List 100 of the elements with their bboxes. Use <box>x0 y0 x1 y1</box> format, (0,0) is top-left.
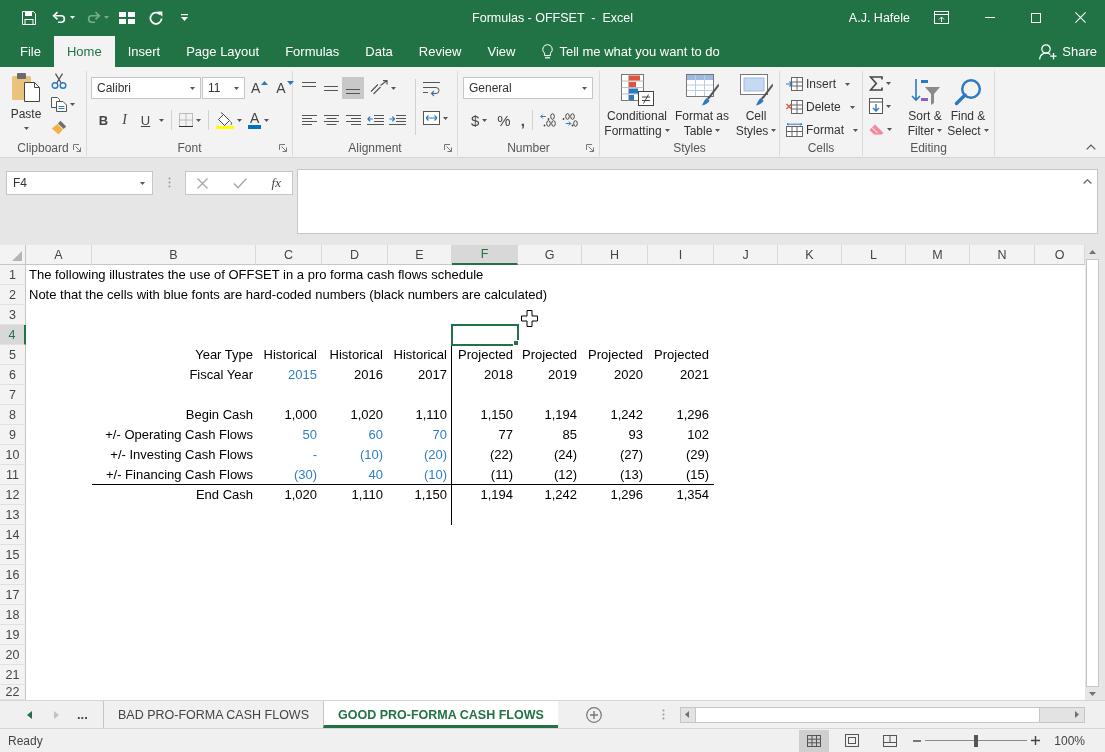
ribbon-tab[interactable]: Page Layout <box>173 36 273 67</box>
format-cells-button[interactable]: Format <box>786 120 862 140</box>
caret-icon[interactable] <box>196 118 201 122</box>
close-icon[interactable] <box>1075 12 1086 23</box>
column-header[interactable]: G <box>518 245 582 265</box>
caret-icon[interactable] <box>886 81 891 85</box>
ribbon-display-icon[interactable] <box>934 11 949 24</box>
merge-icon[interactable] <box>423 111 440 125</box>
formula-input[interactable] <box>297 169 1098 234</box>
row-header[interactable]: 10 <box>0 445 26 465</box>
align-left-icon[interactable] <box>301 114 317 126</box>
comma-style-button[interactable]: , <box>520 110 525 130</box>
zoom-out-icon[interactable] <box>913 739 922 742</box>
row-header[interactable]: 15 <box>0 545 26 565</box>
paintbrush-icon[interactable] <box>51 120 67 135</box>
decrease-decimal-icon[interactable] <box>561 113 578 127</box>
zoom-slider-thumb[interactable] <box>974 734 979 747</box>
collapse-caret-icon[interactable] <box>1083 179 1092 184</box>
column-header[interactable]: K <box>778 245 842 265</box>
orientation-icon[interactable] <box>370 80 388 96</box>
sum-icon[interactable] <box>869 75 883 91</box>
column-header[interactable]: L <box>842 245 906 265</box>
customize-icon[interactable] <box>181 14 188 21</box>
tell-me-field[interactable]: Tell me what you want to do <box>559 41 740 62</box>
column-header[interactable]: J <box>714 245 778 265</box>
increase-decimal-icon[interactable] <box>539 113 556 127</box>
column-header[interactable]: D <box>322 245 388 265</box>
maximize-icon[interactable] <box>1031 12 1041 23</box>
ribbon-tab[interactable]: File <box>7 36 54 67</box>
format-as-table-button[interactable]: Format as Table <box>672 73 732 139</box>
splitter-dots-icon[interactable] <box>168 177 171 188</box>
ribbon-tab[interactable]: Home <box>53 36 115 67</box>
scroll-left-icon[interactable] <box>27 710 32 719</box>
row-header[interactable]: 17 <box>0 585 26 605</box>
dialog-launcher-icon[interactable] <box>444 144 452 152</box>
conditional-formatting-button[interactable]: Conditional Formatting <box>604 73 670 139</box>
ribbon-tab[interactable]: Review <box>405 36 475 67</box>
name-box[interactable]: F4 <box>6 171 153 195</box>
row-header[interactable]: 14 <box>0 525 26 545</box>
row-header[interactable]: 18 <box>0 605 26 625</box>
find-select-button[interactable]: Find & Select <box>947 73 989 139</box>
splitter-dots-icon[interactable] <box>661 709 665 720</box>
save-icon[interactable] <box>22 10 36 25</box>
row-header[interactable]: 2 <box>0 285 26 305</box>
font-color-button[interactable]: A <box>248 110 262 130</box>
caret-icon[interactable] <box>70 103 75 106</box>
underline-button[interactable]: U <box>135 110 156 130</box>
font-name-combo[interactable]: Calibri <box>91 77 201 99</box>
ribbon-tab[interactable]: Formulas <box>272 36 353 67</box>
insert-cells-button[interactable]: Insert <box>786 74 862 94</box>
caret-icon[interactable] <box>482 118 488 122</box>
font-size-combo[interactable]: 11 <box>202 77 245 99</box>
grow-font-button[interactable]: A <box>251 78 269 98</box>
caret-icon[interactable] <box>886 104 891 108</box>
scroll-down-icon[interactable] <box>1089 692 1096 696</box>
normal-view-button[interactable] <box>799 729 830 752</box>
copy-icon[interactable] <box>51 97 67 112</box>
column-header[interactable]: M <box>906 245 970 265</box>
column-header[interactable]: N <box>970 245 1035 265</box>
currency-button[interactable]: $ <box>471 110 480 130</box>
fill-down-icon[interactable] <box>869 98 883 114</box>
number-format-combo[interactable]: General <box>463 77 593 99</box>
increase-indent-icon[interactable] <box>388 114 406 126</box>
column-header[interactable]: F <box>452 245 518 265</box>
caret-icon[interactable] <box>264 118 270 122</box>
collapse-ribbon-icon[interactable] <box>1086 144 1096 150</box>
column-header[interactable]: C <box>256 245 322 265</box>
align-bottom-button[interactable] <box>342 77 364 99</box>
fill-color-icon[interactable] <box>216 111 234 129</box>
caret-icon[interactable] <box>391 86 396 90</box>
scroll-up-icon[interactable] <box>1089 250 1096 254</box>
sheet-tab[interactable]: GOOD PRO-FORMA CASH FLOWS <box>323 701 558 728</box>
row-header[interactable]: 12 <box>0 485 26 505</box>
borders-icon[interactable] <box>179 113 193 127</box>
row-header[interactable]: 9 <box>0 425 26 445</box>
caret-icon[interactable] <box>159 118 164 122</box>
row-header[interactable]: 5 <box>0 345 26 365</box>
scissors-icon[interactable] <box>51 73 67 89</box>
caret-icon[interactable] <box>70 16 75 19</box>
column-header[interactable]: H <box>582 245 648 265</box>
ribbon-tab[interactable]: View <box>474 36 529 67</box>
share-button[interactable]: Share <box>1039 36 1097 67</box>
sort-filter-button[interactable]: Sort & Filter <box>905 73 945 139</box>
column-header[interactable]: O <box>1035 245 1085 265</box>
refresh-icon[interactable] <box>149 10 163 25</box>
check-icon[interactable] <box>232 177 247 189</box>
row-header[interactable]: 21 <box>0 665 26 685</box>
row-header[interactable]: 6 <box>0 365 26 385</box>
undo-icon[interactable] <box>52 11 67 24</box>
row-header[interactable]: 1 <box>0 265 26 285</box>
row-header[interactable]: 4 <box>0 325 26 345</box>
row-header[interactable]: 22 <box>0 685 26 700</box>
scroll-right-icon[interactable] <box>1075 711 1079 718</box>
row-header[interactable]: 7 <box>0 385 26 405</box>
scroll-left-icon[interactable] <box>685 711 689 718</box>
ribbon-tab[interactable]: Insert <box>114 36 174 67</box>
caret-icon[interactable] <box>237 118 242 122</box>
row-header[interactable]: 19 <box>0 625 26 645</box>
add-sheet-icon[interactable] <box>585 706 602 723</box>
wrap-text-icon[interactable] <box>423 81 440 97</box>
